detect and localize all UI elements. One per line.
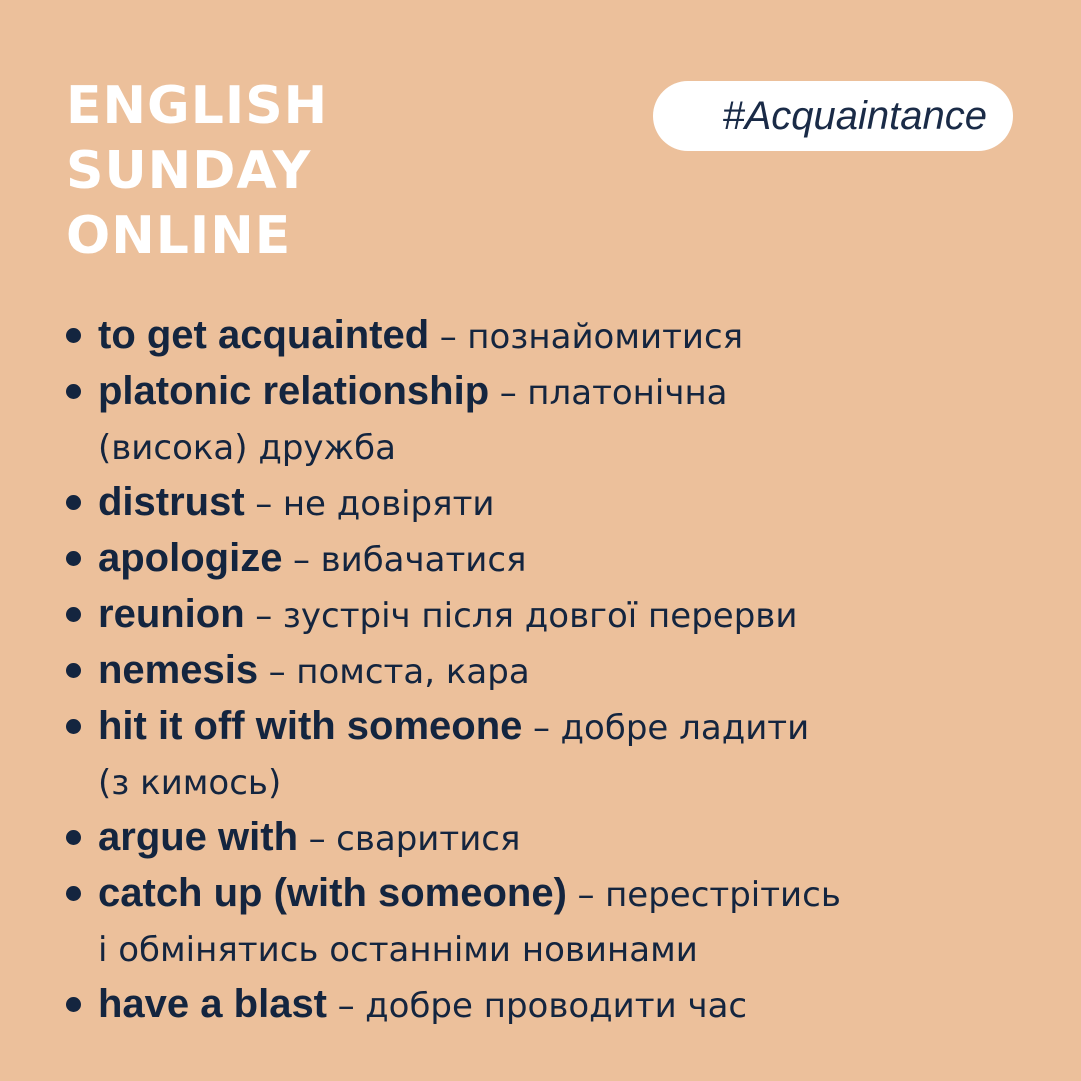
vocab-item: reunion – зустріч після довгої перерви (66, 587, 998, 643)
vocab-translation: платонічна (527, 373, 728, 413)
vocab-translation: познайомитися (467, 317, 744, 357)
vocab-item: argue with – сваритися (66, 810, 998, 866)
vocab-term: distrust (98, 480, 245, 524)
brand-line: SUNDAY (66, 141, 312, 201)
bullet-icon (66, 384, 81, 399)
vocab-dash: – (337, 986, 355, 1026)
vocab-translation: вибачатися (320, 540, 527, 580)
vocab-translation: не довіряти (282, 484, 495, 524)
vocab-term: argue with (98, 815, 299, 859)
vocab-term: hit it off with someone (98, 704, 523, 748)
vocab-dash: – (577, 875, 595, 915)
vocab-item: to get acquainted – познайомитися (66, 308, 998, 364)
brand-title: ENGLISH SUNDAY ONLINE (66, 74, 328, 269)
vocab-dash: – (439, 317, 457, 357)
vocab-dash: – (255, 596, 273, 636)
vocab-dash: – (255, 484, 273, 524)
vocab-term: to get acquainted (98, 313, 430, 357)
vocab-translation: сваритися (336, 819, 521, 859)
bullet-icon (66, 830, 81, 845)
vocab-dash: – (308, 819, 326, 859)
brand-line: ENGLISH (66, 76, 329, 136)
vocab-dash: – (268, 652, 286, 692)
bullet-icon (66, 886, 81, 901)
vocab-item: hit it off with someone – добре ладити (… (66, 699, 998, 810)
vocab-term: reunion (98, 592, 245, 636)
vocab-translation: добре ладити (560, 708, 810, 748)
vocab-translation: зустріч після довгої перерви (282, 596, 798, 636)
vocab-term: catch up (with someone) (98, 871, 567, 915)
vocab-translation: перестрітись (605, 875, 841, 915)
vocab-dash: – (293, 540, 311, 580)
vocab-item: apologize – вибачатися (66, 531, 998, 587)
bullet-icon (66, 663, 81, 678)
vocabulary-list: to get acquainted – познайомитися platon… (66, 308, 998, 1033)
vocab-translation-continued: і обмінятись останніми новинами (98, 930, 698, 970)
vocab-item: have a blast – добре проводити час (66, 977, 998, 1033)
vocab-translation: добре проводити час (365, 986, 748, 1026)
vocab-item: catch up (with someone) – перестрітись і… (66, 866, 998, 977)
hashtag-text: #Acquaintance (722, 93, 987, 138)
bullet-icon (66, 495, 81, 510)
vocab-term: have a blast (98, 982, 328, 1026)
brand-line: ONLINE (66, 206, 292, 266)
vocab-translation-continued: (з кимось) (98, 763, 282, 803)
hashtag-badge: #Acquaintance (653, 81, 1013, 151)
vocab-item: distrust – не довіряти (66, 475, 998, 531)
bullet-icon (66, 607, 81, 622)
vocab-term: nemesis (98, 648, 259, 692)
vocab-translation: помста, кара (296, 652, 530, 692)
vocab-dash: – (532, 708, 550, 748)
vocab-item: platonic relationship – платонічна (висо… (66, 364, 998, 475)
bullet-icon (66, 997, 81, 1012)
vocab-term: apologize (98, 536, 283, 580)
bullet-icon (66, 551, 81, 566)
vocab-item: nemesis – помста, кара (66, 643, 998, 699)
bullet-icon (66, 328, 81, 343)
vocab-dash: – (499, 373, 517, 413)
vocab-translation-continued: (висока) дружба (98, 428, 396, 468)
vocab-term: platonic relationship (98, 369, 490, 413)
bullet-icon (66, 719, 81, 734)
